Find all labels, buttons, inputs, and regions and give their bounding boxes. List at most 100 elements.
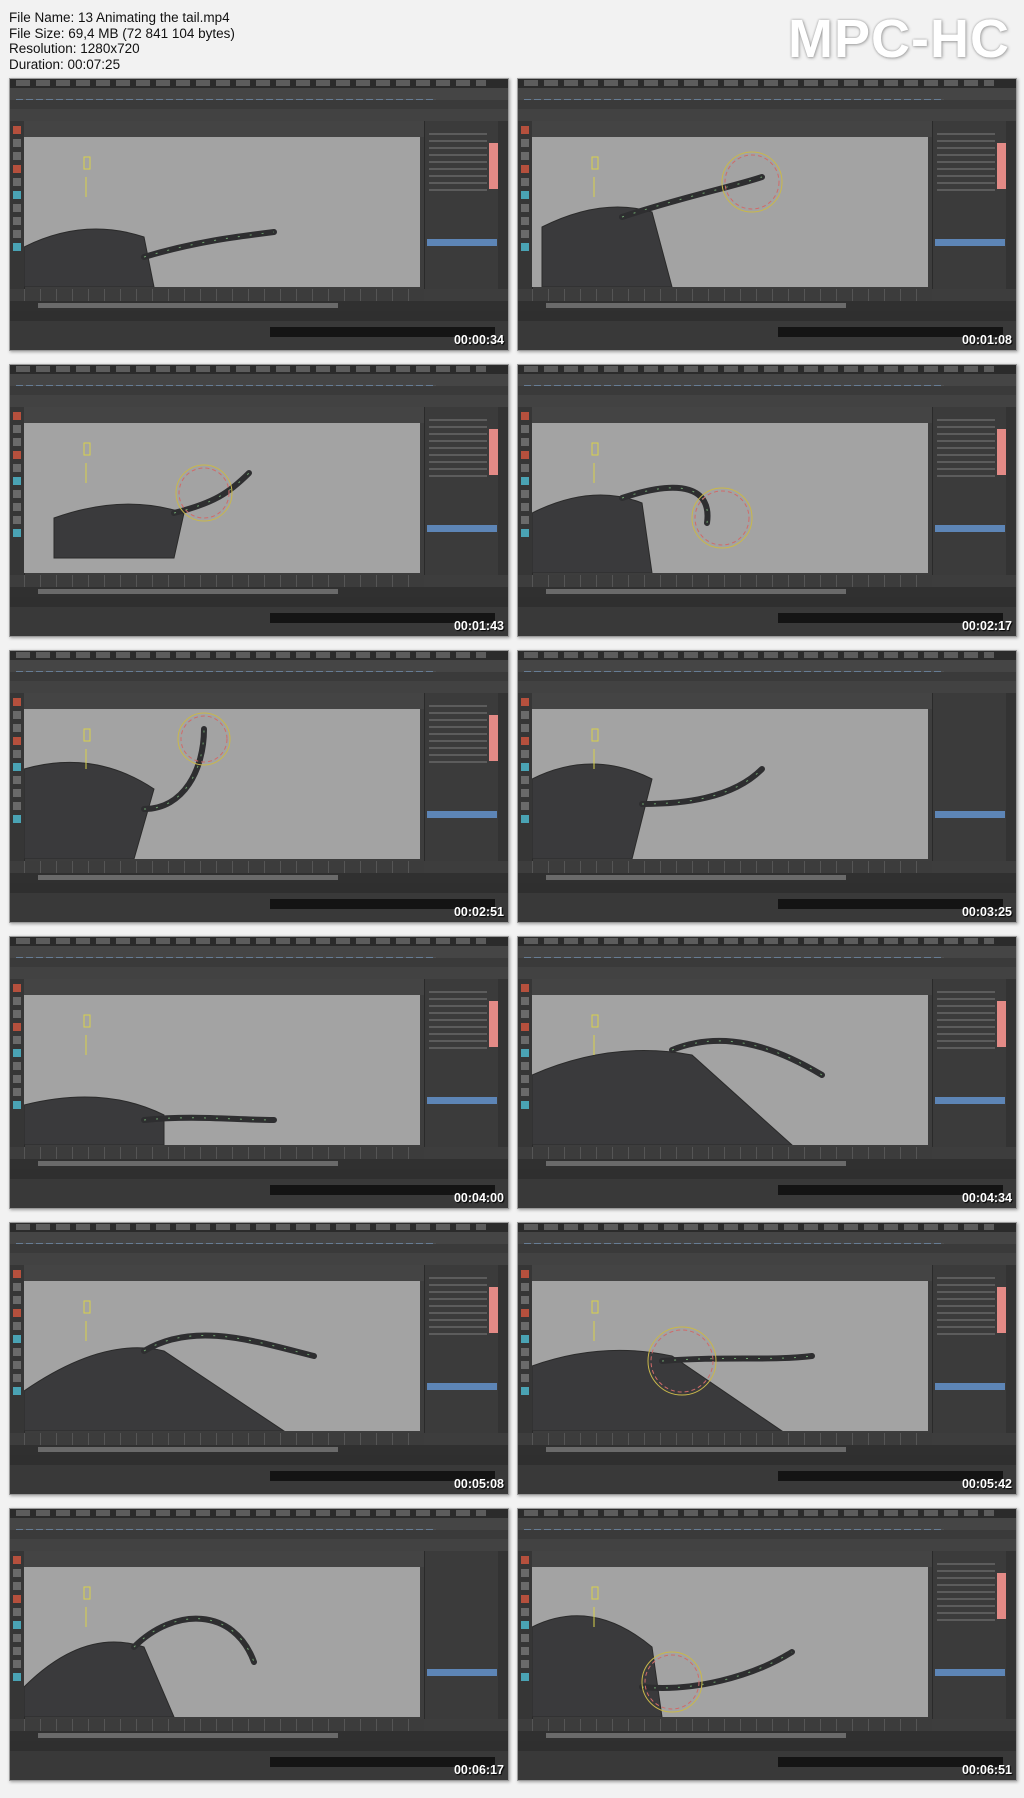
toolbox [518, 1551, 533, 1719]
file-size: File Size: 69,4 MB (72 841 104 bytes) [9, 25, 235, 41]
character-scene [24, 1300, 317, 1431]
shelf-tabs [518, 1530, 1016, 1539]
character-tail [659, 1353, 815, 1364]
help-line [518, 893, 1016, 922]
character-body [24, 228, 155, 287]
viewport [24, 1281, 420, 1431]
video-thumbnail[interactable]: 00:04:00 [9, 936, 509, 1209]
toolbox [10, 979, 25, 1147]
toolbox [10, 407, 25, 575]
side-tabs [498, 1265, 508, 1433]
toolbox [10, 121, 25, 289]
character-tail [141, 726, 207, 812]
shelf-tabs [10, 1530, 508, 1539]
time-slider [532, 1147, 932, 1159]
range-slider [10, 873, 508, 883]
character-body [532, 763, 653, 859]
channel-box [932, 1265, 1016, 1433]
viewport-menu [532, 693, 932, 709]
time-slider [24, 1719, 424, 1731]
channel-box [932, 979, 1016, 1147]
toolbox [518, 979, 533, 1147]
time-slider [532, 289, 932, 301]
thumbnail-timestamp: 00:02:51 [453, 905, 504, 919]
video-thumbnail[interactable]: 00:00:34 [9, 78, 509, 351]
time-slider [532, 575, 932, 587]
character-scene [532, 1300, 815, 1431]
character-tail [141, 1114, 277, 1123]
character-scene [24, 1014, 277, 1145]
side-tabs [498, 1551, 508, 1719]
control-curve [591, 728, 599, 769]
command-line [10, 1169, 508, 1179]
channel-box [424, 121, 508, 289]
shelf-tabs [10, 386, 508, 395]
viewport [532, 423, 928, 573]
thumbnail-timestamp: 00:05:42 [961, 1477, 1012, 1491]
viewport-menu [532, 407, 932, 423]
channel-box [424, 1551, 499, 1719]
channel-box [932, 693, 1007, 861]
toolbox [518, 1265, 533, 1433]
time-slider [24, 861, 424, 873]
video-thumbnail[interactable]: 00:02:51 [9, 650, 509, 923]
time-slider [532, 1719, 932, 1731]
character-scene [532, 728, 765, 859]
control-curve [83, 442, 91, 483]
video-thumbnail[interactable]: 00:02:17 [517, 364, 1017, 637]
channel-box [932, 121, 1016, 289]
character-tail [639, 1649, 795, 1691]
range-slider [518, 1159, 1016, 1169]
range-slider [10, 587, 508, 597]
character-body [24, 1641, 175, 1717]
command-line [10, 883, 508, 893]
character-scene [53, 442, 252, 559]
control-curve [83, 1300, 91, 1341]
shelf-tabs [10, 958, 508, 967]
character-tail [131, 1615, 257, 1665]
toolbox [518, 407, 533, 575]
thumbnail-timestamp: 00:06:51 [961, 1763, 1012, 1777]
help-line [518, 607, 1016, 636]
viewport [532, 1281, 928, 1431]
viewport-menu [24, 1265, 424, 1281]
channel-box [424, 1265, 508, 1433]
shelf-tabs [10, 1244, 508, 1253]
tail-joints [133, 1618, 255, 1663]
control-curve [591, 1300, 599, 1341]
character-body [532, 1349, 783, 1431]
shelf-tabs [10, 672, 508, 681]
video-thumbnail[interactable]: 00:05:42 [517, 1222, 1017, 1495]
video-thumbnail[interactable]: 00:01:43 [9, 364, 509, 637]
character-tail [141, 229, 277, 260]
shelf-tabs [518, 100, 1016, 109]
video-thumbnail[interactable]: 00:04:34 [517, 936, 1017, 1209]
channel-box [424, 979, 508, 1147]
mpc-hc-logo: MPC-HC [788, 9, 1010, 69]
toolbox [10, 1265, 25, 1433]
thumbnail-timestamp: 00:00:34 [453, 333, 504, 347]
thumbnail-timestamp: 00:06:17 [453, 1763, 504, 1777]
toolbox [10, 1551, 25, 1719]
time-slider [24, 1433, 424, 1445]
character-scene [24, 712, 231, 859]
control-curve [591, 156, 599, 197]
file-info: File Name: 13 Animating the tail.mp4 Fil… [9, 10, 235, 72]
range-slider [10, 301, 508, 311]
shelf-tabs [518, 958, 1016, 967]
thumbnail-timestamp: 00:05:08 [453, 1477, 504, 1491]
character-body [532, 494, 653, 573]
control-curve [83, 1014, 91, 1055]
viewport [24, 137, 420, 287]
character-body [53, 503, 185, 559]
channel-box [932, 407, 1016, 575]
video-thumbnail[interactable]: 00:05:08 [9, 1222, 509, 1495]
command-line [10, 311, 508, 321]
video-thumbnail[interactable]: 00:01:08 [517, 78, 1017, 351]
viewport [24, 423, 420, 573]
video-thumbnail[interactable]: 00:06:17 [9, 1508, 509, 1781]
range-slider [518, 1445, 1016, 1455]
rotate-manipulator [691, 487, 753, 549]
video-thumbnail[interactable]: 00:06:51 [517, 1508, 1017, 1781]
video-thumbnail[interactable]: 00:03:25 [517, 650, 1017, 923]
